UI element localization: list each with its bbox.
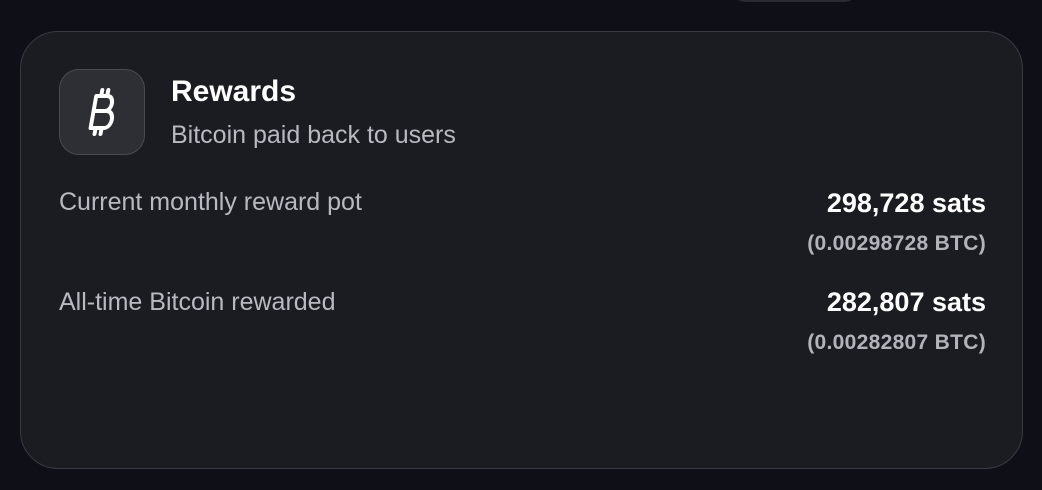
card-title: Rewards <box>171 75 297 108</box>
bitcoin-icon <box>88 88 115 136</box>
rewards-card: Rewards Bitcoin paid back to users Curre… <box>20 31 1023 469</box>
all-time-label: All-time Bitcoin rewarded <box>59 288 336 316</box>
card-subtitle: Bitcoin paid back to users <box>171 121 456 149</box>
all-time-btc: (0.00282807 BTC) <box>807 331 986 354</box>
rewards-icon-tile <box>59 69 145 155</box>
monthly-pot-sats: 298,728 sats <box>826 188 986 218</box>
top-control-pill[interactable] <box>730 0 860 2</box>
monthly-pot-btc: (0.00298728 BTC) <box>807 232 986 255</box>
monthly-pot-label: Current monthly reward pot <box>59 188 362 216</box>
all-time-sats: 282,807 sats <box>826 287 986 317</box>
